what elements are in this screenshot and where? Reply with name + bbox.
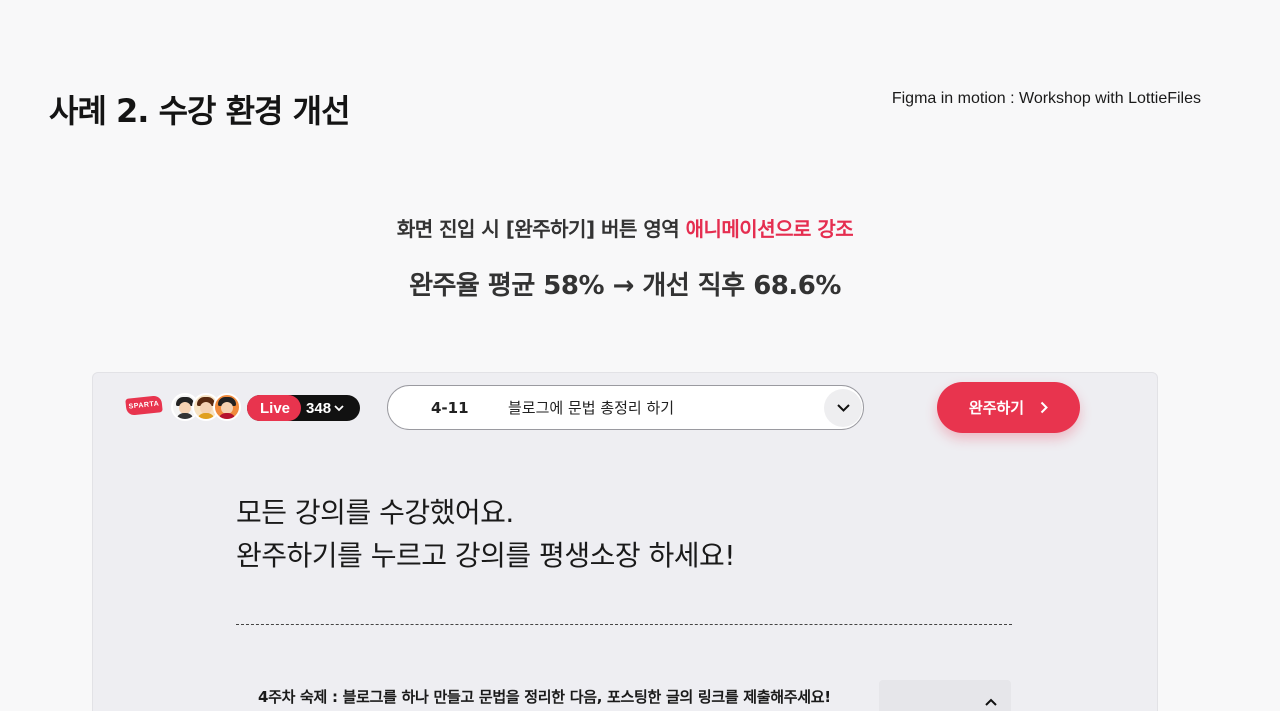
- headline-accent: 애니메이션으로 강조: [685, 217, 854, 241]
- avatar: [213, 393, 241, 421]
- homework-title: 4주차 숙제 : 블로그를 하나 만들고 문법을 정리한 다음, 포스팅한 글의…: [258, 688, 831, 706]
- viewer-count: 348: [306, 400, 344, 417]
- viewer-count-value: 348: [306, 399, 332, 417]
- sparta-logo: SPARTA: [125, 395, 163, 416]
- lesson-dropdown-button[interactable]: [824, 389, 862, 427]
- complete-button[interactable]: 완주하기: [937, 382, 1080, 433]
- slide-title: 사례 2. 수강 환경 개선: [49, 92, 351, 130]
- chevron-down-icon: [334, 404, 344, 411]
- dashed-divider: [236, 624, 1012, 625]
- message-line: 완주하기를 누르고 강의를 평생소장 하세요!: [236, 539, 736, 572]
- viewer-avatars: [171, 393, 243, 423]
- complete-button-label: 완주하기: [968, 399, 1025, 417]
- lesson-select[interactable]: 4-11 블로그에 문법 총정리 하기: [387, 385, 864, 430]
- source-label: Figma in motion : Workshop with LottieFi…: [891, 90, 1201, 107]
- message-line: 모든 강의를 수강했어요.: [236, 496, 514, 529]
- completion-stat: 완주율 평균 58% → 개선 직후 68.6%: [409, 271, 841, 301]
- headline-text: 화면 진입 시 [완주하기] 버튼 영역: [396, 217, 686, 241]
- completion-message: 모든 강의를 수강했어요. 완주하기를 누르고 강의를 평생소장 하세요!: [236, 491, 736, 577]
- slide: 사례 2. 수강 환경 개선 Figma in motion : Worksho…: [0, 0, 1280, 711]
- chevron-up-icon: [985, 698, 997, 706]
- headline: 화면 진입 시 [완주하기] 버튼 영역 애니메이션으로 강조: [0, 213, 1250, 242]
- chevron-right-icon: [1040, 401, 1049, 414]
- live-viewer-badge[interactable]: Live 348: [247, 395, 360, 421]
- lesson-title: 블로그에 문법 총정리 하기: [508, 399, 675, 417]
- homework-toggle[interactable]: [879, 680, 1011, 711]
- live-label: Live: [247, 395, 302, 421]
- chevron-down-icon: [836, 404, 850, 412]
- player-screenshot: SPARTA Live 348 4-11 블로그에 문법 총정리 하기 완주하기: [92, 372, 1158, 711]
- lesson-number: 4-11: [431, 398, 469, 417]
